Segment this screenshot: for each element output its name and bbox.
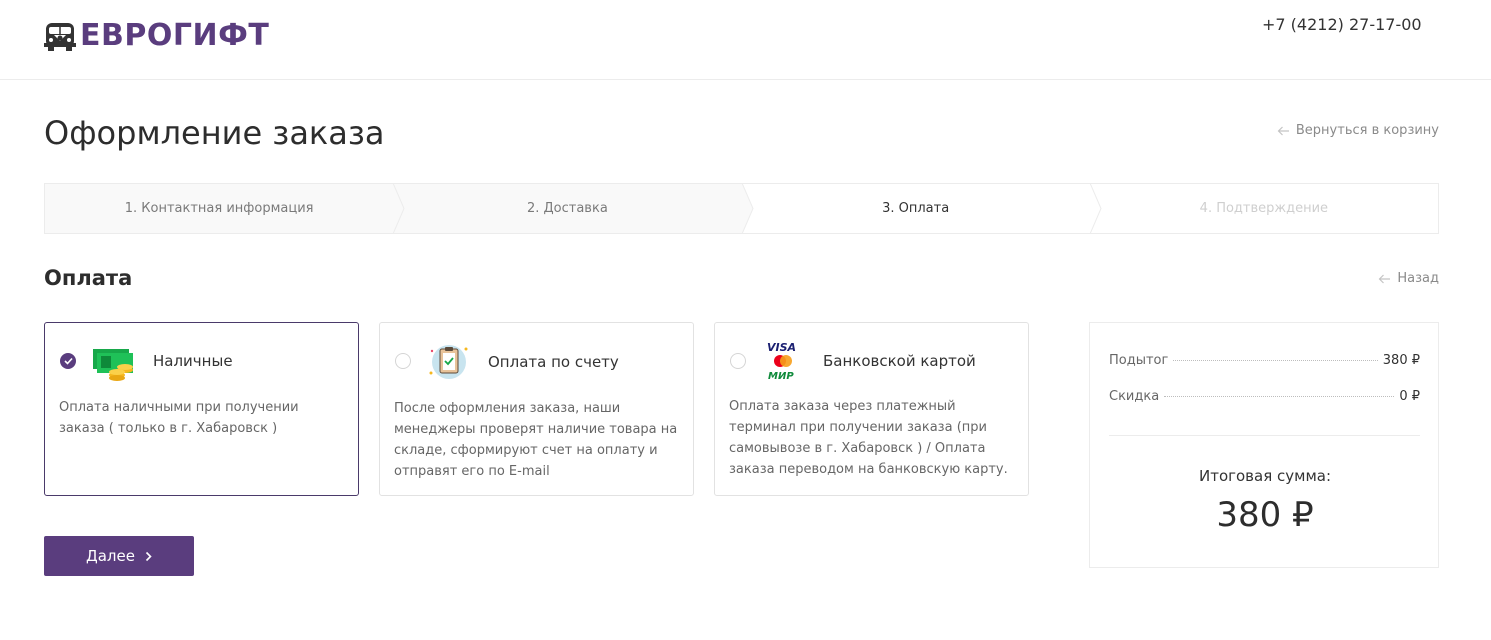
total-value: 380 ₽ xyxy=(1216,495,1314,535)
bus-logo-icon xyxy=(44,22,76,51)
dotted-leader xyxy=(1173,360,1378,361)
discount-label: Скидка xyxy=(1109,389,1160,404)
summary-subtotal-row: Подытог 380 ₽ xyxy=(1109,353,1420,368)
visa-mastercard-mir-icon: VISA МИР xyxy=(767,341,796,382)
payment-option-cash[interactable]: Наличные Оплата наличными при получении … xyxy=(44,322,359,496)
step-label: 2. Доставка xyxy=(526,201,608,216)
step-label: 1. Контактная информация xyxy=(124,201,314,216)
step-label: 4. Подтверждение xyxy=(1199,201,1329,216)
dotted-leader xyxy=(1164,396,1395,397)
logo[interactable]: ЕВРОГИФТ xyxy=(44,18,269,53)
invoice-clipboard-icon xyxy=(429,345,468,379)
next-button-label: Далее xyxy=(86,547,135,565)
arrow-left-icon xyxy=(1277,126,1289,135)
step-contact-info[interactable]: 1. Контактная информация xyxy=(45,183,405,234)
payment-option-name: Банковской картой xyxy=(823,352,976,370)
step-separator xyxy=(1089,183,1102,234)
total-label: Итоговая сумма: xyxy=(1198,467,1332,485)
step-separator xyxy=(741,183,754,234)
svg-text:VISA: VISA xyxy=(767,341,796,354)
check-icon xyxy=(63,357,73,365)
step-confirmation: 4. Подтверждение xyxy=(1089,184,1438,233)
payment-option-name: Наличные xyxy=(153,352,233,370)
radio-checked[interactable] xyxy=(60,353,76,369)
page-title: Оформление заказа xyxy=(44,114,385,152)
back-label: Назад xyxy=(1397,271,1439,286)
subtotal-value: 380 ₽ xyxy=(1382,353,1420,368)
back-to-cart-link[interactable]: Вернуться в корзину xyxy=(1277,123,1439,138)
phone-number[interactable]: +7 (4212) 27-17-00 xyxy=(1262,15,1422,34)
svg-text:МИР: МИР xyxy=(768,371,794,382)
payment-option-description: Оплата наличными при получении заказа ( … xyxy=(59,400,299,436)
payment-option-description: После оформления заказа, наши менеджеры … xyxy=(394,401,678,479)
payment-option-bank-card[interactable]: VISA МИР Банковской картой Оплата заказа… xyxy=(714,322,1029,496)
cash-icon xyxy=(93,349,133,381)
step-label: 3. Оплата xyxy=(882,201,950,216)
radio-unchecked[interactable] xyxy=(730,353,746,369)
discount-value: 0 ₽ xyxy=(1399,389,1420,404)
summary-divider xyxy=(1109,435,1420,436)
arrow-left-icon xyxy=(1379,274,1391,283)
radio-unchecked[interactable] xyxy=(395,353,411,369)
logo-text: ЕВРОГИФТ xyxy=(80,18,270,53)
payment-option-invoice[interactable]: Оплата по счету После оформления заказа,… xyxy=(379,322,694,496)
step-separator xyxy=(393,183,405,234)
order-summary: Подытог 380 ₽ Скидка 0 ₽ Итоговая сумма:… xyxy=(1089,322,1439,568)
step-payment: 3. Оплата xyxy=(741,183,1102,234)
back-link[interactable]: Назад xyxy=(1378,271,1439,286)
section-title: Оплата xyxy=(44,266,133,290)
checkout-steps: 1. Контактная информация 2. Доставка 3. … xyxy=(44,183,1439,234)
payment-option-description: Оплата заказа через платежный терминал п… xyxy=(729,399,1008,477)
back-to-cart-label: Вернуться в корзину xyxy=(1295,123,1439,138)
subtotal-label: Подытог xyxy=(1109,353,1169,368)
chevron-right-icon xyxy=(145,551,152,561)
summary-discount-row: Скидка 0 ₽ xyxy=(1109,389,1420,404)
next-button[interactable]: Далее xyxy=(44,536,194,576)
site-header: ЕВРОГИФТ +7 (4212) 27-17-00 xyxy=(0,0,1491,80)
step-delivery[interactable]: 2. Доставка xyxy=(393,183,754,234)
payment-option-name: Оплата по счету xyxy=(488,353,619,371)
